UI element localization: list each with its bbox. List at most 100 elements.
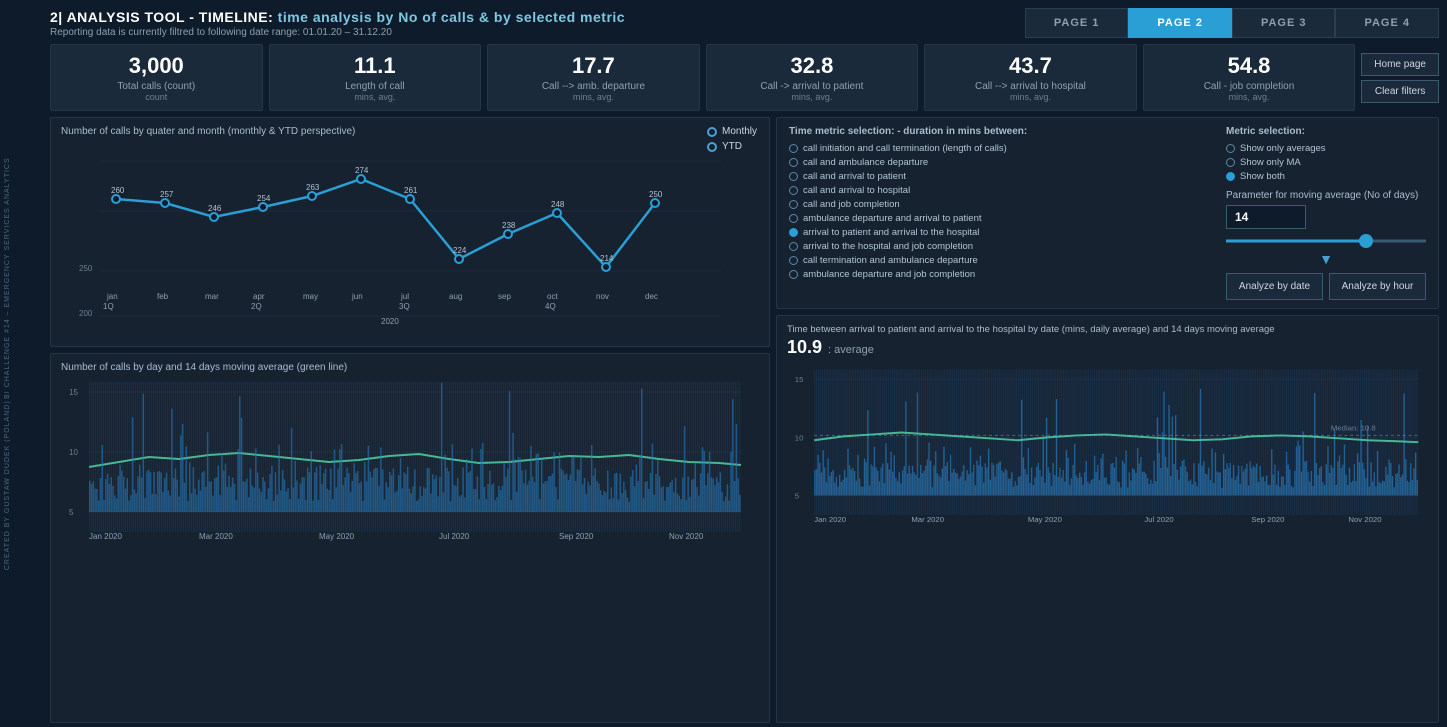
svg-text:1Q: 1Q (103, 302, 114, 311)
time-metric-title: Time metric selection: - duration in min… (789, 126, 1206, 137)
kpi-sublabel-5: mins, avg. (1156, 92, 1343, 102)
right-panel: Time metric selection: - duration in min… (776, 117, 1439, 723)
legend-monthly: Monthly (707, 126, 757, 137)
right-avg-value: 10.9 (787, 337, 822, 358)
svg-text:Mar 2020: Mar 2020 (911, 515, 944, 524)
radio-circle-0 (789, 144, 798, 153)
radio-label-9: ambulance departure and job completion (803, 269, 975, 280)
radio-circle-4 (789, 200, 798, 209)
content-area: Number of calls by quater and month (mon… (50, 117, 1439, 723)
vertical-labels: BI CHALLENGE #14 – EMERGENCY SERVICES AN… (4, 157, 11, 570)
param-label: Parameter for moving average (No of days… (1226, 190, 1426, 201)
svg-text:may: may (303, 292, 318, 301)
clear-filters-button[interactable]: Clear filters (1361, 80, 1439, 103)
tab-page2[interactable]: PAGE 2 (1128, 8, 1232, 38)
tab-page3[interactable]: PAGE 3 (1232, 8, 1336, 38)
radio-item-5[interactable]: ambulance departure and arrival to patie… (789, 213, 1206, 224)
radio-label-8: call termination and ambulance departure (803, 255, 978, 266)
svg-text:feb: feb (157, 292, 169, 301)
radio-item-4[interactable]: call and job completion (789, 199, 1206, 210)
svg-text:248: 248 (551, 200, 565, 209)
radio-label-2: call and arrival to patient (803, 171, 906, 182)
svg-text:oct: oct (547, 292, 558, 301)
svg-text:Sep 2020: Sep 2020 (559, 532, 594, 541)
kpi-label-1: Length of call (282, 81, 469, 92)
metric-radio-2[interactable]: Show both (1226, 171, 1426, 182)
svg-text:15: 15 (69, 388, 78, 397)
radio-item-1[interactable]: call and ambulance departure (789, 157, 1206, 168)
metric-radio-label-0: Show only averages (1240, 143, 1326, 154)
radio-item-6[interactable]: arrival to patient and arrival to the ho… (789, 227, 1206, 238)
bottom-daily-chart: 15 10 5 // Will be rendered by inline ap… (61, 377, 751, 552)
radio-circle-9 (789, 270, 798, 279)
svg-text:10: 10 (795, 433, 804, 442)
param-input[interactable] (1226, 205, 1306, 229)
kpi-actions: Home page Clear filters (1361, 44, 1439, 111)
tab-page1[interactable]: PAGE 1 (1025, 8, 1129, 38)
radio-circle-1 (789, 158, 798, 167)
top-chart-title: Number of calls by quater and month (mon… (61, 126, 759, 137)
home-page-button[interactable]: Home page (1361, 53, 1439, 76)
analyze-by-hour-button[interactable]: Analyze by hour (1329, 273, 1426, 300)
kpi-value-0: 3,000 (63, 53, 250, 79)
svg-text:5: 5 (69, 508, 74, 517)
metric-radio-label-2: Show both (1240, 171, 1285, 182)
right-bottom-chart: 15 10 5 Median: 10.8 J (787, 362, 1428, 537)
header-title: 2| ANALYSIS TOOL - TIMELINE: time analys… (50, 9, 625, 25)
kpi-sublabel-1: mins, avg. (282, 92, 469, 102)
svg-text:Jan 2020: Jan 2020 (89, 532, 122, 541)
radio-label-1: call and ambulance departure (803, 157, 928, 168)
radio-circle-8 (789, 256, 798, 265)
kpi-value-3: 32.8 (719, 53, 906, 79)
radio-item-3[interactable]: call and arrival to hospital (789, 185, 1206, 196)
radio-item-9[interactable]: ambulance departure and job completion (789, 269, 1206, 280)
slider-fill (1226, 240, 1366, 243)
svg-text:274: 274 (355, 166, 369, 175)
analyze-by-date-button[interactable]: Analyze by date (1226, 273, 1323, 300)
metric-radio-1[interactable]: Show only MA (1226, 157, 1426, 168)
kpi-card-3: 32.8 Call -> arrival to patient mins, av… (706, 44, 919, 111)
svg-text:246: 246 (208, 204, 222, 213)
radio-label-5: ambulance departure and arrival to patie… (803, 213, 982, 224)
chevron-down-icon: ▼ (1226, 251, 1426, 267)
svg-text:dec: dec (645, 292, 658, 301)
vertical-label-1: BI CHALLENGE #14 – EMERGENCY SERVICES AN… (4, 157, 11, 399)
metric-radio-circle-2 (1226, 172, 1235, 181)
radio-item-8[interactable]: call termination and ambulance departure (789, 255, 1206, 266)
radio-item-7[interactable]: arrival to the hospital and job completi… (789, 241, 1206, 252)
legend-dot-monthly (707, 127, 717, 137)
tab-page4[interactable]: PAGE 4 (1335, 8, 1439, 38)
kpi-value-1: 11.1 (282, 53, 469, 79)
kpi-card-2: 17.7 Call --> amb. departure mins, avg. (487, 44, 700, 111)
svg-text:jul: jul (400, 292, 409, 301)
radio-circle-5 (789, 214, 798, 223)
right-bottom-title: Time between arrival to patient and arri… (787, 324, 1428, 335)
radio-circle-6 (789, 228, 798, 237)
slider-thumb[interactable] (1359, 234, 1373, 248)
main-container: 2| ANALYSIS TOOL - TIMELINE: time analys… (0, 0, 1447, 727)
svg-text:apr: apr (253, 292, 265, 301)
top-chart-panel: Number of calls by quater and month (mon… (50, 117, 770, 347)
svg-text:263: 263 (306, 183, 320, 192)
svg-text:Jul 2020: Jul 2020 (439, 532, 470, 541)
kpi-value-4: 43.7 (937, 53, 1124, 79)
radio-item-2[interactable]: call and arrival to patient (789, 171, 1206, 182)
svg-text:254: 254 (257, 194, 271, 203)
header-title-block: 2| ANALYSIS TOOL - TIMELINE: time analys… (50, 9, 625, 38)
slider-track (1226, 240, 1426, 243)
svg-text:Nov 2020: Nov 2020 (1348, 515, 1381, 524)
radio-label-7: arrival to the hospital and job completi… (803, 241, 973, 252)
svg-text:260: 260 (111, 186, 125, 195)
metric-radio-0[interactable]: Show only averages (1226, 143, 1426, 154)
svg-text:200: 200 (79, 309, 93, 318)
metric-radio-label-1: Show only MA (1240, 157, 1301, 168)
svg-text:May 2020: May 2020 (1028, 515, 1062, 524)
kpi-label-5: Call - job completion (1156, 81, 1343, 92)
radio-item-0[interactable]: call initiation and call termination (le… (789, 143, 1206, 154)
radio-circle-3 (789, 186, 798, 195)
metric-radio-circle-0 (1226, 144, 1235, 153)
kpi-card-0: 3,000 Total calls (count) count (50, 44, 263, 111)
slider-container[interactable] (1226, 235, 1426, 247)
controls-panel: Time metric selection: - duration in min… (776, 117, 1439, 309)
kpi-card-4: 43.7 Call --> arrival to hospital mins, … (924, 44, 1137, 111)
